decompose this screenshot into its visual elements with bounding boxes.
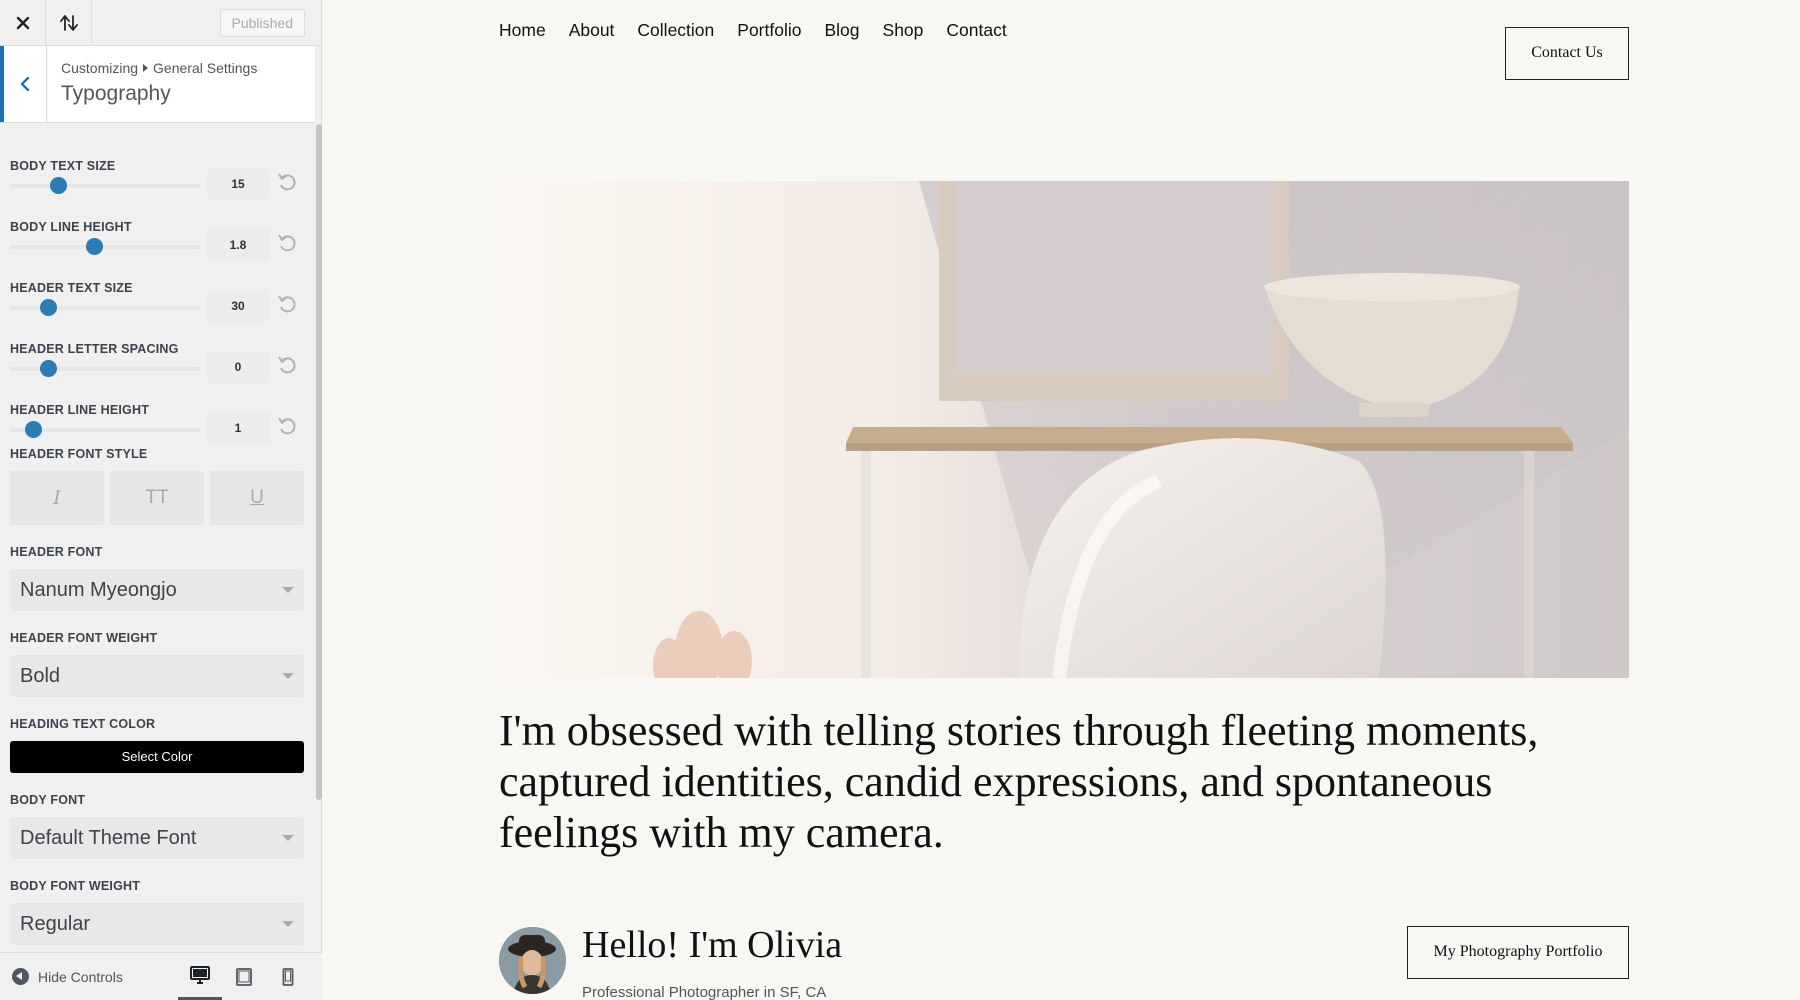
header-font-select[interactable]: Nanum Myeongjo <box>10 569 304 611</box>
breadcrumb: Customizing General Settings <box>61 60 257 76</box>
nav-item-about[interactable]: About <box>569 20 615 41</box>
hero-headline: I'm obsessed with telling stories throug… <box>499 706 1539 857</box>
select-color-button[interactable]: Select Color <box>10 741 304 773</box>
chevron-left-icon <box>20 76 30 92</box>
body-font-weight-select[interactable]: Regular <box>10 903 304 945</box>
nav-item-home[interactable]: Home <box>499 20 546 41</box>
customizer-footer: Hide Controls <box>0 952 322 1000</box>
italic-button[interactable]: I <box>10 471 104 525</box>
nav-item-contact[interactable]: Contact <box>946 20 1006 41</box>
mobile-preview-button[interactable] <box>266 953 310 1000</box>
back-button[interactable] <box>0 46 47 122</box>
body-font-select[interactable]: Default Theme Font <box>10 817 304 859</box>
avatar <box>499 927 566 994</box>
site-preview: Home About Collection Portfolio Blog Sho… <box>322 0 1800 1000</box>
dropdown-arrow-icon <box>282 921 294 927</box>
reset-icon <box>278 417 296 435</box>
nav-item-shop[interactable]: Shop <box>883 20 924 41</box>
portfolio-button[interactable]: My Photography Portfolio <box>1407 926 1629 979</box>
slider-control: BODY LINE HEIGHT 1.8 <box>10 185 304 261</box>
control-label: BODY FONT <box>10 793 86 807</box>
control-label: HEADER FONT <box>10 545 103 559</box>
slider-control: HEADER LETTER SPACING 0 <box>10 307 304 383</box>
hero-image <box>499 181 1629 678</box>
controls-panel: BODY TEXT SIZE 15 BODY LINE HEIGHT 1.8 HEADE… <box>0 124 316 952</box>
customizer-sidebar: Published Customizing General Settings T… <box>0 0 322 1000</box>
body-font-control: BODY FONT Default Theme Font <box>10 793 304 859</box>
tablet-preview-button[interactable] <box>222 953 266 1000</box>
slider-thumb[interactable] <box>24 421 42 438</box>
control-label: HEADER FONT WEIGHT <box>10 631 158 645</box>
reorder-button[interactable] <box>46 0 92 46</box>
main-nav: Home About Collection Portfolio Blog Sho… <box>499 20 1007 41</box>
dropdown-arrow-icon <box>282 835 294 841</box>
underline-button[interactable]: U <box>210 471 304 525</box>
select-value: Default Theme Font <box>20 827 197 849</box>
breadcrumb-item: General Settings <box>153 60 258 76</box>
slider-control: BODY TEXT SIZE 15 <box>10 124 304 200</box>
sort-arrows-icon <box>59 15 78 31</box>
header-font-control: HEADER FONT Nanum Myeongjo <box>10 545 304 611</box>
breadcrumb-separator-icon <box>143 64 149 72</box>
desktop-icon <box>190 966 210 984</box>
breadcrumb-item: Customizing <box>61 60 139 76</box>
control-label: HEADER FONT STYLE <box>10 447 148 461</box>
slider-value-input[interactable]: 1 <box>207 412 269 444</box>
section-header: Customizing General Settings Typography <box>0 46 315 123</box>
slider-track[interactable] <box>10 421 200 438</box>
publish-status-button[interactable]: Published <box>219 9 305 37</box>
slider-control: HEADER TEXT SIZE 30 <box>10 246 304 322</box>
dropdown-arrow-icon <box>282 673 294 679</box>
greeting-subtitle: Professional Photographer in SF, CA <box>582 984 827 1000</box>
customizer-topbar: Published <box>0 0 321 46</box>
select-value: Regular <box>20 913 91 935</box>
nav-item-collection[interactable]: Collection <box>637 20 714 41</box>
select-value: Nanum Myeongjo <box>20 579 177 601</box>
header-font-weight-control: HEADER FONT WEIGHT Bold <box>10 631 304 697</box>
control-label: BODY TEXT SIZE <box>10 159 116 173</box>
header-font-weight-select[interactable]: Bold <box>10 655 304 697</box>
reset-button[interactable] <box>276 415 298 437</box>
uppercase-button[interactable]: TT <box>110 471 204 525</box>
section-title: Typography <box>61 82 171 105</box>
control-label: HEADER LETTER SPACING <box>10 342 179 356</box>
tablet-icon <box>236 967 252 986</box>
body-font-weight-control: BODY FONT WEIGHT Regular <box>10 879 304 945</box>
hide-controls-button[interactable]: Hide Controls <box>12 968 123 985</box>
collapse-icon <box>12 968 29 985</box>
close-button[interactable] <box>0 0 46 46</box>
slider-control: HEADER LINE HEIGHT 1 <box>10 368 304 444</box>
device-preview-switcher <box>178 953 310 1000</box>
control-label: BODY FONT WEIGHT <box>10 879 141 893</box>
control-label: HEADER LINE HEIGHT <box>10 403 150 417</box>
control-label: HEADING TEXT COLOR <box>10 717 156 731</box>
greeting-heading: Hello! I'm Olivia <box>582 924 843 966</box>
header-font-style-control: HEADER FONT STYLE I TT U <box>10 447 304 525</box>
nav-item-portfolio[interactable]: Portfolio <box>737 20 801 41</box>
dropdown-arrow-icon <box>282 587 294 593</box>
control-label: BODY LINE HEIGHT <box>10 220 132 234</box>
mobile-icon <box>282 967 294 986</box>
control-label: HEADER TEXT SIZE <box>10 281 133 295</box>
close-icon <box>16 16 29 30</box>
nav-item-blog[interactable]: Blog <box>824 20 859 41</box>
select-value: Bold <box>20 665 61 687</box>
contact-us-button[interactable]: Contact Us <box>1505 27 1629 80</box>
desktop-preview-button[interactable] <box>178 953 222 1000</box>
hide-controls-label: Hide Controls <box>38 968 123 985</box>
heading-text-color-control: HEADING TEXT COLOR Select Color <box>10 717 304 773</box>
